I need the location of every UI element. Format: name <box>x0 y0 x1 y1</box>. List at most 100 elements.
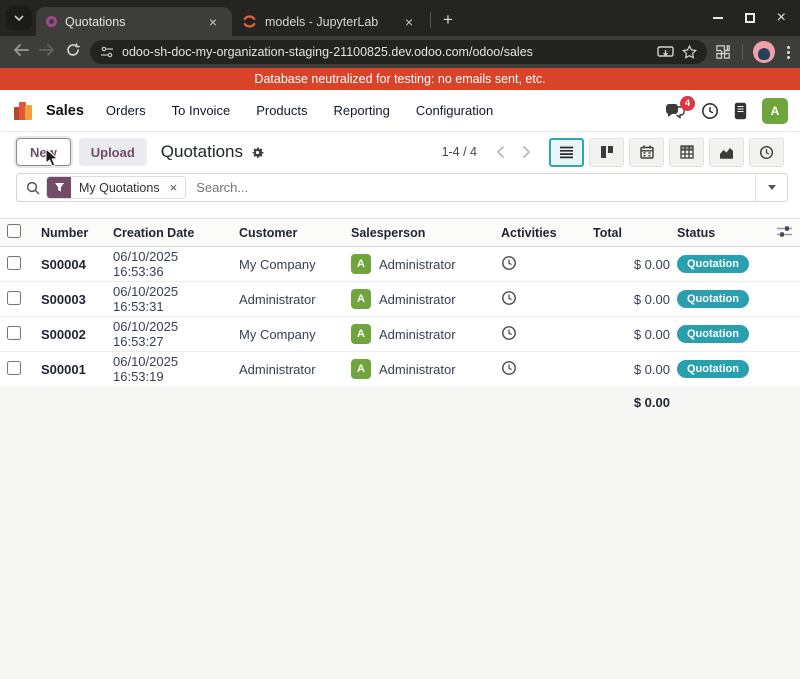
menu-orders[interactable]: Orders <box>106 103 146 118</box>
graph-view-button[interactable] <box>709 138 744 167</box>
cell-number[interactable]: S00004 <box>34 247 106 282</box>
pivot-view-button[interactable] <box>669 138 704 167</box>
clock-icon <box>701 102 719 120</box>
cell-spacer <box>770 247 800 282</box>
screencast-icon[interactable] <box>657 46 674 59</box>
extensions-puzzle-icon[interactable] <box>715 44 732 61</box>
back-arrow-icon <box>13 44 29 56</box>
calendar-view-button[interactable] <box>629 138 664 167</box>
salesperson-name: Administrator <box>379 327 456 342</box>
app-name[interactable]: Sales <box>46 103 84 119</box>
cell-salesperson[interactable]: AAdministrator <box>344 317 494 352</box>
window-minimize-button[interactable] <box>713 17 723 19</box>
neutralized-banner: Database neutralized for testing: no ema… <box>0 68 800 90</box>
tab-title: models - JupyterLab <box>265 15 400 29</box>
search-dropdown-toggle[interactable] <box>755 174 787 201</box>
url-text[interactable]: odoo-sh-doc-my-organization-staging-2110… <box>122 45 649 59</box>
tab-quotations[interactable]: Quotations × <box>36 7 232 36</box>
mouse-cursor <box>45 148 61 168</box>
activity-clock-icon[interactable] <box>501 290 517 306</box>
cell-customer[interactable]: Administrator <box>232 352 344 387</box>
activity-view-button[interactable] <box>749 138 784 167</box>
browser-menu-button[interactable] <box>785 44 792 61</box>
cell-customer[interactable]: Administrator <box>232 282 344 317</box>
cell-number[interactable]: S00002 <box>34 317 106 352</box>
cell-number[interactable]: S00003 <box>34 282 106 317</box>
tab-jupyterlab[interactable]: models - JupyterLab × <box>232 7 428 36</box>
cell-number[interactable]: S00001 <box>34 352 106 387</box>
table-row[interactable]: S00001 06/10/2025 16:53:19 Administrator… <box>0 352 800 387</box>
header-creation-date[interactable]: Creation Date <box>106 219 232 247</box>
pager-next-button[interactable] <box>513 139 539 165</box>
table-row[interactable]: S00002 06/10/2025 16:53:27 My Company AA… <box>0 317 800 352</box>
search-icon <box>17 181 46 195</box>
tab-close-icon[interactable]: × <box>400 14 418 30</box>
upload-button[interactable]: Upload <box>79 138 147 166</box>
row-checkbox[interactable] <box>7 326 21 340</box>
select-all-checkbox[interactable] <box>7 224 21 238</box>
row-checkbox[interactable] <box>7 361 21 375</box>
row-checkbox[interactable] <box>7 256 21 270</box>
menu-reporting[interactable]: Reporting <box>334 103 390 118</box>
cell-total[interactable]: $ 0.00 <box>586 352 670 387</box>
header-total[interactable]: Total <box>586 219 670 247</box>
chevron-down-icon <box>14 15 24 22</box>
cell-salesperson[interactable]: AAdministrator <box>344 247 494 282</box>
search-bar[interactable]: My Quotations × <box>16 173 788 202</box>
cell-creation-date[interactable]: 06/10/2025 16:53:19 <box>106 352 232 387</box>
header-salesperson[interactable]: Salesperson <box>344 219 494 247</box>
menu-configuration[interactable]: Configuration <box>416 103 493 118</box>
kanban-view-button[interactable] <box>589 138 624 167</box>
header-activities[interactable]: Activities <box>494 219 586 247</box>
header-status[interactable]: Status <box>670 219 770 247</box>
activities-button[interactable] <box>701 102 719 120</box>
cell-salesperson[interactable]: AAdministrator <box>344 352 494 387</box>
menu-to-invoice[interactable]: To Invoice <box>172 103 231 118</box>
cell-total[interactable]: $ 0.00 <box>586 282 670 317</box>
reload-button[interactable] <box>60 43 86 62</box>
sales-app-icon[interactable] <box>14 100 36 122</box>
search-input[interactable] <box>186 180 755 195</box>
cell-total[interactable]: $ 0.00 <box>586 317 670 352</box>
cell-salesperson[interactable]: AAdministrator <box>344 282 494 317</box>
jupyter-favicon-icon <box>242 14 257 29</box>
back-button[interactable] <box>8 43 34 61</box>
neutralized-banner-text: Database neutralized for testing: no ema… <box>254 72 545 86</box>
window-maximize-button[interactable] <box>745 13 755 23</box>
activity-clock-icon[interactable] <box>501 325 517 341</box>
bookmark-star-icon[interactable] <box>682 45 697 59</box>
new-button[interactable]: New <box>16 138 71 166</box>
forward-button[interactable] <box>34 43 60 61</box>
profile-avatar[interactable] <box>753 41 775 63</box>
facet-remove-button[interactable]: × <box>168 177 186 198</box>
messages-button[interactable]: 4 <box>664 102 686 120</box>
cell-status: Quotation <box>670 352 770 387</box>
row-checkbox[interactable] <box>7 291 21 305</box>
table-row[interactable]: S00004 06/10/2025 16:53:36 My Company AA… <box>0 247 800 282</box>
install-app-button[interactable] <box>734 102 747 120</box>
activity-clock-icon[interactable] <box>501 255 517 271</box>
cell-customer[interactable]: My Company <box>232 247 344 282</box>
activity-clock-icon[interactable] <box>501 360 517 376</box>
list-view-button[interactable] <box>549 138 584 167</box>
cell-total[interactable]: $ 0.00 <box>586 247 670 282</box>
view-settings-gear-icon[interactable] <box>250 145 265 160</box>
cell-creation-date[interactable]: 06/10/2025 16:53:27 <box>106 317 232 352</box>
header-customer[interactable]: Customer <box>232 219 344 247</box>
cell-creation-date[interactable]: 06/10/2025 16:53:36 <box>106 247 232 282</box>
url-bar[interactable]: odoo-sh-doc-my-organization-staging-2110… <box>90 40 707 64</box>
header-number[interactable]: Number <box>34 219 106 247</box>
tab-close-icon[interactable]: × <box>204 14 222 30</box>
tab-search-button[interactable] <box>6 6 32 30</box>
window-close-button[interactable]: × <box>777 13 786 23</box>
cell-customer[interactable]: My Company <box>232 317 344 352</box>
menu-products[interactable]: Products <box>256 103 307 118</box>
mobile-device-icon <box>734 102 747 120</box>
new-tab-button[interactable]: + <box>435 7 461 33</box>
cell-creation-date[interactable]: 06/10/2025 16:53:31 <box>106 282 232 317</box>
table-row[interactable]: S00003 06/10/2025 16:53:31 Administrator… <box>0 282 800 317</box>
pager-previous-button[interactable] <box>487 139 513 165</box>
site-settings-icon <box>100 46 114 58</box>
user-avatar[interactable]: A <box>762 98 788 124</box>
adjust-columns-icon[interactable] <box>777 225 792 238</box>
